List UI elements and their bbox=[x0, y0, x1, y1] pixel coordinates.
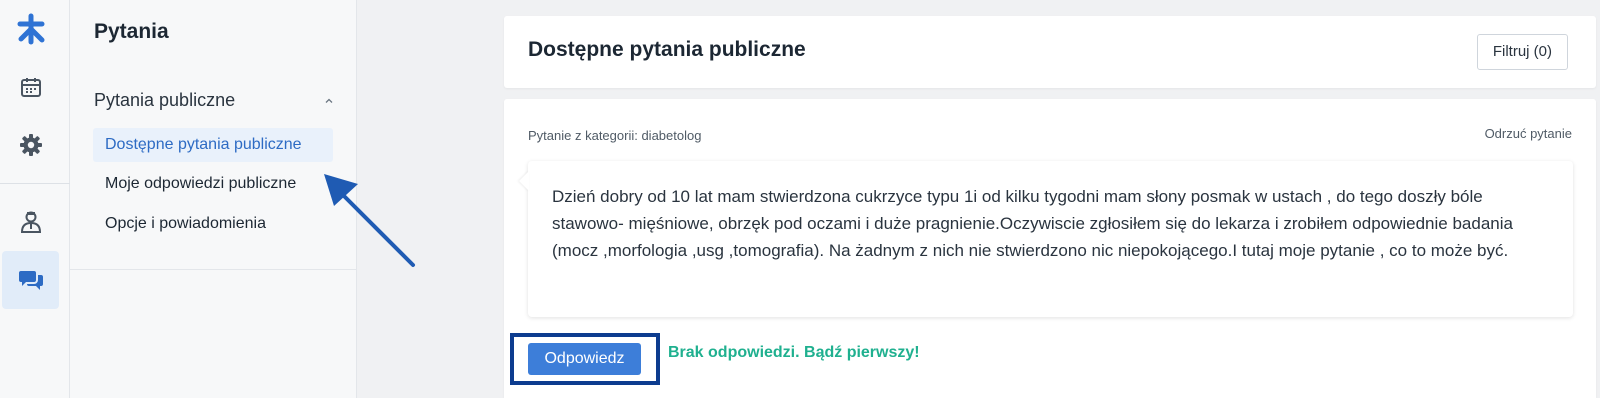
chat-bubbles-icon[interactable] bbox=[2, 251, 59, 309]
annotation-arrow bbox=[324, 174, 415, 267]
reject-question-link[interactable]: Odrzuć pytanie bbox=[1485, 126, 1572, 141]
sidebar-item-available-questions[interactable]: Dostępne pytania publiczne bbox=[93, 128, 333, 162]
section-sidebar: Pytania Pytania publiczne Dostępne pytan… bbox=[70, 0, 357, 398]
docplanner-logo-icon[interactable] bbox=[2, 0, 59, 58]
sidebar-divider bbox=[70, 269, 356, 270]
question-bubble: Dzień dobry od 10 lat mam stwierdzona cu… bbox=[528, 161, 1573, 317]
question-card: Pytanie z kategorii: diabetolog Odrzuć p… bbox=[504, 99, 1596, 398]
sidebar-item-my-answers[interactable]: Moje odpowiedzi publiczne bbox=[93, 167, 333, 201]
no-answers-message: Brak odpowiedzi. Bądź pierwszy! bbox=[668, 344, 920, 361]
question-category: Pytanie z kategorii: diabetolog bbox=[528, 128, 702, 143]
sidebar-title: Pytania bbox=[94, 20, 169, 43]
filter-button[interactable]: Filtruj (0) bbox=[1476, 34, 1568, 70]
question-text: Dzień dobry od 10 lat mam stwierdzona cu… bbox=[552, 187, 1513, 260]
answer-button[interactable]: Odpowiedz bbox=[528, 343, 641, 375]
chevron-up-icon bbox=[325, 98, 333, 103]
sidebar-group-header[interactable]: Pytania publiczne bbox=[94, 90, 334, 111]
page-title: Dostępne pytania publiczne bbox=[528, 38, 806, 61]
rail-divider bbox=[0, 183, 70, 184]
calendar-icon[interactable] bbox=[2, 58, 59, 116]
answer-highlight-frame: Odpowiedz bbox=[510, 333, 660, 385]
doctor-icon[interactable] bbox=[2, 193, 59, 251]
sidebar-item-options-notifications[interactable]: Opcje i powiadomienia bbox=[93, 207, 333, 241]
sidebar-group-label: Pytania publiczne bbox=[94, 90, 236, 110]
page-header: Dostępne pytania publiczne Filtruj (0) bbox=[504, 16, 1596, 88]
gear-icon[interactable] bbox=[2, 116, 59, 174]
icon-rail bbox=[0, 0, 70, 398]
